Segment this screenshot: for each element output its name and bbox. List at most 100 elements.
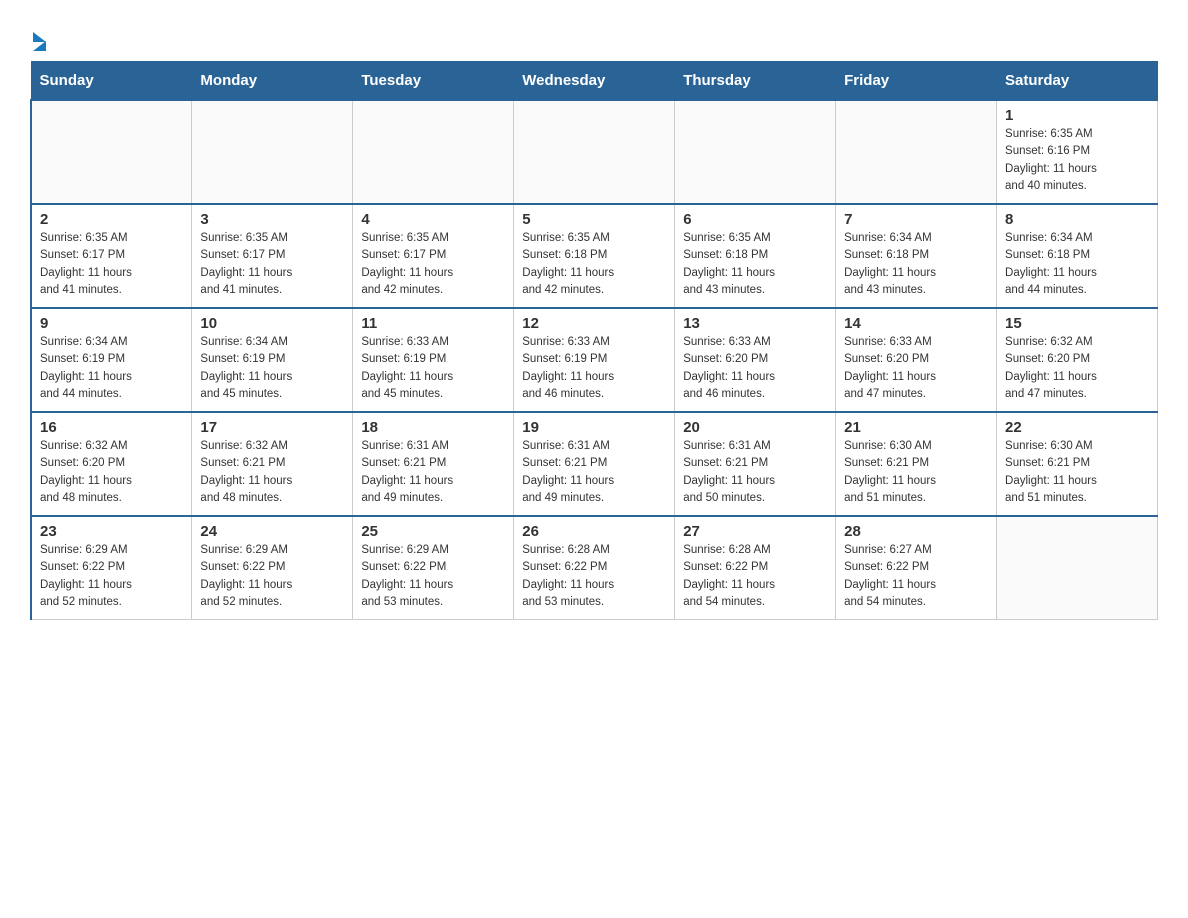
day-info: Sunrise: 6:32 AM Sunset: 6:21 PM Dayligh… (200, 438, 344, 507)
calendar-cell (31, 100, 192, 204)
day-number: 2 (40, 211, 183, 228)
day-number: 15 (1005, 315, 1149, 332)
day-info: Sunrise: 6:35 AM Sunset: 6:17 PM Dayligh… (361, 230, 505, 299)
day-number: 1 (1005, 107, 1149, 124)
weekday-header-saturday: Saturday (997, 62, 1158, 101)
day-number: 16 (40, 419, 183, 436)
day-info: Sunrise: 6:33 AM Sunset: 6:20 PM Dayligh… (844, 334, 988, 403)
weekday-header-row: SundayMondayTuesdayWednesdayThursdayFrid… (31, 62, 1158, 101)
week-row-1: 1 Sunrise: 6:35 AM Sunset: 6:16 PM Daylig… (31, 100, 1158, 204)
day-number: 28 (844, 523, 988, 540)
day-number: 27 (683, 523, 827, 540)
day-info: Sunrise: 6:35 AM Sunset: 6:18 PM Dayligh… (522, 230, 666, 299)
calendar-cell: 7 Sunrise: 6:34 AM Sunset: 6:18 PM Daylig… (836, 204, 997, 308)
day-number: 22 (1005, 419, 1149, 436)
day-number: 21 (844, 419, 988, 436)
calendar-cell: 10 Sunrise: 6:34 AM Sunset: 6:19 PM Dayli… (192, 308, 353, 412)
day-number: 7 (844, 211, 988, 228)
day-number: 6 (683, 211, 827, 228)
calendar-cell: 14 Sunrise: 6:33 AM Sunset: 6:20 PM Dayli… (836, 308, 997, 412)
day-info: Sunrise: 6:32 AM Sunset: 6:20 PM Dayligh… (1005, 334, 1149, 403)
day-number: 12 (522, 315, 666, 332)
day-number: 10 (200, 315, 344, 332)
week-row-4: 16 Sunrise: 6:32 AM Sunset: 6:20 PM Dayli… (31, 412, 1158, 516)
calendar-cell: 20 Sunrise: 6:31 AM Sunset: 6:21 PM Dayli… (675, 412, 836, 516)
weekday-header-wednesday: Wednesday (514, 62, 675, 101)
week-row-3: 9 Sunrise: 6:34 AM Sunset: 6:19 PM Daylig… (31, 308, 1158, 412)
calendar-cell: 12 Sunrise: 6:33 AM Sunset: 6:19 PM Dayli… (514, 308, 675, 412)
day-info: Sunrise: 6:33 AM Sunset: 6:19 PM Dayligh… (361, 334, 505, 403)
day-info: Sunrise: 6:32 AM Sunset: 6:20 PM Dayligh… (40, 438, 183, 507)
day-info: Sunrise: 6:31 AM Sunset: 6:21 PM Dayligh… (522, 438, 666, 507)
day-number: 9 (40, 315, 183, 332)
day-number: 26 (522, 523, 666, 540)
calendar-cell: 24 Sunrise: 6:29 AM Sunset: 6:22 PM Dayli… (192, 516, 353, 620)
calendar-cell (836, 100, 997, 204)
day-number: 11 (361, 315, 505, 332)
calendar-cell: 4 Sunrise: 6:35 AM Sunset: 6:17 PM Daylig… (353, 204, 514, 308)
calendar-cell (514, 100, 675, 204)
calendar-cell: 9 Sunrise: 6:34 AM Sunset: 6:19 PM Daylig… (31, 308, 192, 412)
day-info: Sunrise: 6:33 AM Sunset: 6:20 PM Dayligh… (683, 334, 827, 403)
day-info: Sunrise: 6:29 AM Sunset: 6:22 PM Dayligh… (200, 542, 344, 611)
calendar-cell: 11 Sunrise: 6:33 AM Sunset: 6:19 PM Dayli… (353, 308, 514, 412)
day-info: Sunrise: 6:29 AM Sunset: 6:22 PM Dayligh… (361, 542, 505, 611)
day-info: Sunrise: 6:27 AM Sunset: 6:22 PM Dayligh… (844, 542, 988, 611)
calendar-cell: 27 Sunrise: 6:28 AM Sunset: 6:22 PM Dayli… (675, 516, 836, 620)
day-number: 24 (200, 523, 344, 540)
week-row-2: 2 Sunrise: 6:35 AM Sunset: 6:17 PM Daylig… (31, 204, 1158, 308)
calendar-cell: 26 Sunrise: 6:28 AM Sunset: 6:22 PM Dayli… (514, 516, 675, 620)
day-number: 25 (361, 523, 505, 540)
calendar-cell (192, 100, 353, 204)
calendar-cell: 5Sunrise: 6:35 AM Sunset: 6:18 PM Daylig… (514, 204, 675, 308)
day-number: 13 (683, 315, 827, 332)
weekday-header-tuesday: Tuesday (353, 62, 514, 101)
day-info: Sunrise: 6:30 AM Sunset: 6:21 PM Dayligh… (844, 438, 988, 507)
day-info: Sunrise: 6:34 AM Sunset: 6:18 PM Dayligh… (1005, 230, 1149, 299)
calendar-cell: 15 Sunrise: 6:32 AM Sunset: 6:20 PM Dayli… (997, 308, 1158, 412)
calendar-cell (353, 100, 514, 204)
calendar-cell: 13 Sunrise: 6:33 AM Sunset: 6:20 PM Dayli… (675, 308, 836, 412)
day-info: Sunrise: 6:31 AM Sunset: 6:21 PM Dayligh… (683, 438, 827, 507)
logo (30, 30, 46, 51)
day-number: 3 (200, 211, 344, 228)
day-info: Sunrise: 6:28 AM Sunset: 6:22 PM Dayligh… (522, 542, 666, 611)
day-number: 8 (1005, 211, 1149, 228)
calendar-cell: 18Sunrise: 6:31 AM Sunset: 6:21 PM Dayli… (353, 412, 514, 516)
day-info: Sunrise: 6:30 AM Sunset: 6:21 PM Dayligh… (1005, 438, 1149, 507)
weekday-header-monday: Monday (192, 62, 353, 101)
calendar-cell: 23 Sunrise: 6:29 AM Sunset: 6:22 PM Dayli… (31, 516, 192, 620)
day-number: 23 (40, 523, 183, 540)
calendar-cell: 21 Sunrise: 6:30 AM Sunset: 6:21 PM Dayli… (836, 412, 997, 516)
day-info: Sunrise: 6:35 AM Sunset: 6:18 PM Dayligh… (683, 230, 827, 299)
weekday-header-friday: Friday (836, 62, 997, 101)
day-info: Sunrise: 6:31 AM Sunset: 6:21 PM Dayligh… (361, 438, 505, 507)
weekday-header-thursday: Thursday (675, 62, 836, 101)
calendar-cell: 28 Sunrise: 6:27 AM Sunset: 6:22 PM Dayli… (836, 516, 997, 620)
day-info: Sunrise: 6:33 AM Sunset: 6:19 PM Dayligh… (522, 334, 666, 403)
calendar-cell: 19 Sunrise: 6:31 AM Sunset: 6:21 PM Dayli… (514, 412, 675, 516)
day-info: Sunrise: 6:34 AM Sunset: 6:18 PM Dayligh… (844, 230, 988, 299)
day-number: 4 (361, 211, 505, 228)
calendar-cell: 25 Sunrise: 6:29 AM Sunset: 6:22 PM Dayli… (353, 516, 514, 620)
calendar-cell: 22 Sunrise: 6:30 AM Sunset: 6:21 PM Dayli… (997, 412, 1158, 516)
page-header (30, 20, 1158, 51)
calendar-cell (675, 100, 836, 204)
day-number: 14 (844, 315, 988, 332)
day-info: Sunrise: 6:35 AM Sunset: 6:16 PM Dayligh… (1005, 126, 1149, 195)
day-info: Sunrise: 6:34 AM Sunset: 6:19 PM Dayligh… (200, 334, 344, 403)
calendar-table: SundayMondayTuesdayWednesdayThursdayFrid… (30, 61, 1158, 620)
day-number: 19 (522, 419, 666, 436)
calendar-cell: 2 Sunrise: 6:35 AM Sunset: 6:17 PM Daylig… (31, 204, 192, 308)
calendar-cell: 3 Sunrise: 6:35 AM Sunset: 6:17 PM Daylig… (192, 204, 353, 308)
day-info: Sunrise: 6:34 AM Sunset: 6:19 PM Dayligh… (40, 334, 183, 403)
week-row-5: 23 Sunrise: 6:29 AM Sunset: 6:22 PM Dayli… (31, 516, 1158, 620)
day-number: 20 (683, 419, 827, 436)
day-info: Sunrise: 6:35 AM Sunset: 6:17 PM Dayligh… (200, 230, 344, 299)
calendar-cell: 6 Sunrise: 6:35 AM Sunset: 6:18 PM Daylig… (675, 204, 836, 308)
day-info: Sunrise: 6:29 AM Sunset: 6:22 PM Dayligh… (40, 542, 183, 611)
day-info: Sunrise: 6:28 AM Sunset: 6:22 PM Dayligh… (683, 542, 827, 611)
calendar-cell: 1 Sunrise: 6:35 AM Sunset: 6:16 PM Daylig… (997, 100, 1158, 204)
day-info: Sunrise: 6:35 AM Sunset: 6:17 PM Dayligh… (40, 230, 183, 299)
weekday-header-sunday: Sunday (31, 62, 192, 101)
